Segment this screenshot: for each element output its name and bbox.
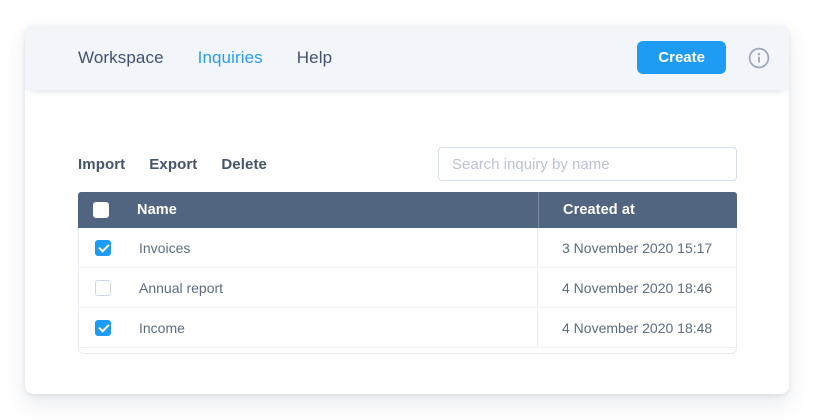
inquiry-name: Invoices <box>139 240 190 256</box>
inquiries-table: Name Created at Invoices 3 November 2020… <box>78 192 737 354</box>
created-at-cell: 3 November 2020 15:17 <box>537 228 736 267</box>
top-nav: Workspace Inquiries Help Create <box>25 25 789 90</box>
import-button[interactable]: Import <box>78 156 125 173</box>
created-at-value: 4 November 2020 18:48 <box>562 320 712 336</box>
nav-item-help[interactable]: Help <box>297 48 332 68</box>
nav-item-workspace[interactable]: Workspace <box>78 48 164 68</box>
table-row[interactable]: Annual report 4 November 2020 18:46 <box>79 268 736 308</box>
name-cell: Invoices <box>79 228 537 267</box>
column-header-name: Name <box>137 192 538 228</box>
export-button[interactable]: Export <box>149 156 197 173</box>
name-cell: Income <box>79 308 537 347</box>
info-icon[interactable] <box>748 47 770 69</box>
table-row[interactable]: Invoices 3 November 2020 15:17 <box>79 228 736 268</box>
table-header-row: Name Created at <box>78 192 737 228</box>
table-toolbar: Import Export Delete <box>78 147 737 181</box>
select-all-checkbox[interactable] <box>93 202 109 218</box>
table-body: Invoices 3 November 2020 15:17 Annual re… <box>78 228 737 354</box>
inquiry-name: Income <box>139 320 185 336</box>
create-button[interactable]: Create <box>637 41 726 74</box>
row-checkbox[interactable] <box>95 280 111 296</box>
inquiries-panel: Import Export Delete Name Created at <box>25 90 789 354</box>
table-row[interactable]: Income 4 November 2020 18:48 <box>79 308 736 348</box>
created-at-value: 4 November 2020 18:46 <box>562 280 712 296</box>
delete-button[interactable]: Delete <box>221 156 267 173</box>
created-at-cell: 4 November 2020 18:48 <box>537 308 736 347</box>
row-checkbox[interactable] <box>95 240 111 256</box>
column-header-created-at: Created at <box>538 192 737 228</box>
created-at-value: 3 November 2020 15:17 <box>562 240 712 256</box>
inquiry-name: Annual report <box>139 280 223 296</box>
created-at-cell: 4 November 2020 18:46 <box>537 268 736 307</box>
row-checkbox[interactable] <box>95 320 111 336</box>
nav-item-inquiries[interactable]: Inquiries <box>198 48 263 68</box>
app-card: Workspace Inquiries Help Create Import E… <box>25 25 789 394</box>
name-cell: Annual report <box>79 268 537 307</box>
search-input[interactable] <box>438 147 737 181</box>
